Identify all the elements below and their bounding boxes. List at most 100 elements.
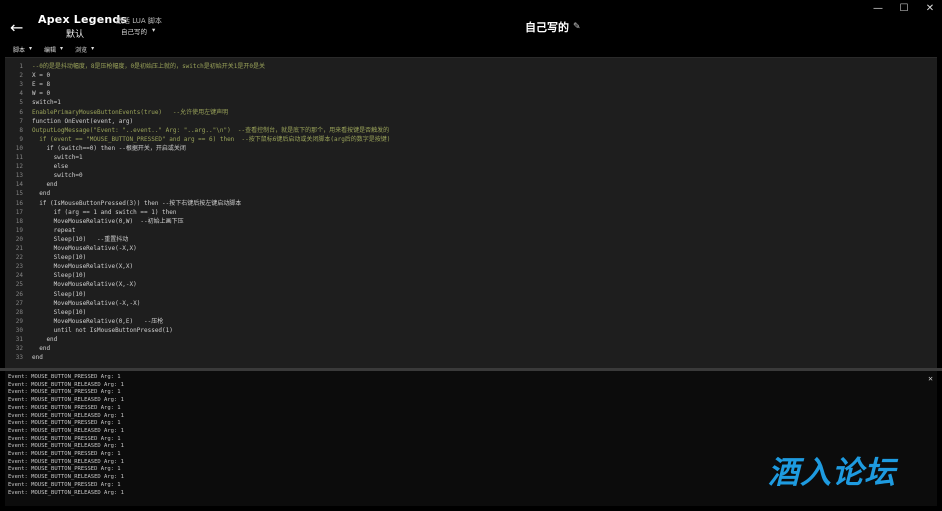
- console-line: Event: MOUSE_BUTTON_RELEASED Arg: 1: [8, 427, 124, 434]
- menu-item-label: 脚本: [13, 47, 26, 54]
- line-number: 8: [19, 126, 23, 134]
- pencil-icon[interactable]: ✎: [573, 22, 581, 32]
- code-text: EnablePrimaryMouseButtonEvents(true) --允…: [32, 108, 229, 116]
- code-line: 24 Sleep(10): [5, 271, 937, 280]
- console-line: Event: MOUSE_BUTTON_RELEASED Arg: 1: [8, 458, 124, 465]
- code-line: 8 OutputLogMessage("Event: "..event.." Ar…: [5, 126, 937, 135]
- code-line: 10 if (switch==0) then --根据开关，开启或关闭: [5, 144, 937, 153]
- code-text: end: [32, 336, 58, 343]
- code-text: E = 8: [32, 81, 51, 89]
- code-line: 20 Sleep(10) --重置抖动: [5, 235, 937, 244]
- code-line: 1 --0的是是抖动幅度，8是压枪幅度，0是初始压上就的，switch是初始开关1…: [5, 62, 937, 71]
- code-text: switch=1: [32, 99, 61, 107]
- line-number: 6: [19, 108, 23, 116]
- console-close-icon[interactable]: ✕: [928, 374, 933, 383]
- code-line: 19 repeat: [5, 226, 937, 235]
- line-number: 22: [15, 254, 23, 262]
- line-number: 7: [19, 117, 23, 125]
- close-button[interactable]: ✕: [924, 3, 936, 14]
- code-text: end: [32, 354, 43, 362]
- code-line: 7 function OnEvent(event, arg): [5, 117, 937, 126]
- line-number: 31: [15, 336, 23, 343]
- line-number: 19: [15, 226, 23, 234]
- code-text: W = 0: [32, 90, 51, 98]
- console-line: Event: MOUSE_BUTTON_PRESSED Arg: 1: [8, 451, 121, 457]
- line-number: 12: [15, 163, 23, 171]
- code-text: Sleep(10): [32, 272, 87, 280]
- code-line: 18 MoveMouseRelative(0,W) --初始上画下压: [5, 217, 937, 226]
- console-line: Event: MOUSE_BUTTON_RELEASED Arg: 1: [8, 443, 124, 450]
- code-line: 3 E = 8: [5, 80, 937, 89]
- watermark-logo: 酒入论坛: [768, 455, 896, 491]
- arrow-left-icon[interactable]: ←: [10, 18, 23, 37]
- code-text: if (IsMouseButtonPressed(3)) then --按下右键…: [32, 199, 242, 207]
- code-text: else: [32, 163, 69, 171]
- line-number: 16: [15, 199, 23, 207]
- code-line: 32 end: [5, 344, 937, 353]
- code-text: MoveMouseRelative(0,E) --压枪: [32, 317, 164, 325]
- code-line: 13 switch=0: [5, 171, 937, 180]
- code-line: 15 end: [5, 189, 937, 198]
- script-select[interactable]: 自己写的 ▾: [121, 26, 155, 36]
- menu-item[interactable]: 浏览 ▾: [75, 45, 94, 54]
- code-line: 12 else: [5, 162, 937, 171]
- console-line: Event: MOUSE_BUTTON_PRESSED Arg: 1: [8, 389, 121, 396]
- code-line: 31 end: [5, 335, 937, 344]
- code-text: X = 0: [32, 72, 51, 80]
- maximize-button[interactable]: ☐: [898, 3, 910, 14]
- line-number: 17: [15, 208, 23, 216]
- line-number: 30: [15, 326, 23, 334]
- code-text: end: [32, 190, 51, 198]
- code-line: 27 MoveMouseRelative(-X,-X): [5, 299, 937, 308]
- console-line: Event: MOUSE_BUTTON_RELEASED Arg: 1: [8, 474, 124, 481]
- code-line: 11 switch=1: [5, 153, 937, 162]
- code-line: 14 end: [5, 180, 937, 189]
- menu-bar: 脚本 ▾ 编辑 ▾ 浏览 ▾: [13, 45, 94, 54]
- code-line: 28 Sleep(10): [5, 308, 937, 317]
- code-line: 29 MoveMouseRelative(0,E) --压枪: [5, 317, 937, 326]
- line-number: 13: [15, 172, 23, 180]
- code-text: --0的是是抖动幅度，8是压枪幅度，0是初始压上就的，switch是初始开关1是…: [32, 63, 265, 70]
- line-number: 11: [15, 154, 23, 161]
- line-number: 32: [15, 345, 23, 353]
- chevron-down-icon: ▾: [60, 45, 64, 52]
- console-line: Event: MOUSE_BUTTON_RELEASED Arg: 1: [8, 381, 124, 388]
- profile-name: 默认: [66, 30, 85, 40]
- console-line: Event: MOUSE_BUTTON_PRESSED Arg: 1: [8, 435, 121, 442]
- code-text: Sleep(10): [32, 254, 87, 262]
- line-number: 25: [15, 281, 23, 289]
- menu-item-label: 浏览: [75, 47, 88, 54]
- console-line: Event: MOUSE_BUTTON_PRESSED Arg: 1: [8, 466, 121, 473]
- line-number: 5: [19, 99, 23, 107]
- script-title[interactable]: 自己写的 ✎: [525, 19, 581, 35]
- code-text: switch=1: [32, 154, 83, 161]
- console-line: Event: MOUSE_BUTTON_PRESSED Arg: 1: [8, 374, 121, 380]
- code-text: Sleep(10): [32, 290, 87, 298]
- code-text: MoveMouseRelative(-X,-X): [32, 299, 141, 307]
- chevron-down-icon: ▾: [152, 26, 156, 34]
- line-number: 28: [15, 308, 23, 316]
- menu-item[interactable]: 脚本 ▾: [13, 45, 32, 54]
- code-line: 4 W = 0: [5, 89, 937, 98]
- code-text: end: [32, 345, 51, 353]
- code-line: 21 MoveMouseRelative(-X,X): [5, 244, 937, 253]
- console-line: Event: MOUSE_BUTTON_PRESSED Arg: 1: [8, 420, 121, 427]
- script-title-text: 自己写的: [525, 21, 569, 34]
- console-line: Event: MOUSE_BUTTON_RELEASED Arg: 1: [8, 412, 124, 419]
- code-text: switch=0: [32, 172, 83, 180]
- code-editor[interactable]: 1 --0的是是抖动幅度，8是压枪幅度，0是初始压上就的，switch是初始开关1…: [5, 57, 937, 368]
- line-number: 26: [15, 290, 23, 298]
- line-number: 21: [15, 245, 23, 252]
- code-text: MoveMouseRelative(X,X): [32, 263, 134, 271]
- line-number: 33: [15, 354, 23, 362]
- line-number: 3: [19, 81, 23, 89]
- minimize-button[interactable]: —: [872, 3, 884, 14]
- line-number: 24: [15, 272, 23, 280]
- code-text: Sleep(10) --重置抖动: [32, 235, 129, 243]
- menu-item[interactable]: 编辑 ▾: [44, 45, 63, 54]
- code-line: 33 end: [5, 353, 937, 362]
- chevron-down-icon: ▾: [91, 45, 95, 52]
- code-line: 23 MoveMouseRelative(X,X): [5, 262, 937, 271]
- console-line: Event: MOUSE_BUTTON_RELEASED Arg: 1: [8, 489, 124, 496]
- window-controls: — ☐ ✕: [872, 3, 936, 14]
